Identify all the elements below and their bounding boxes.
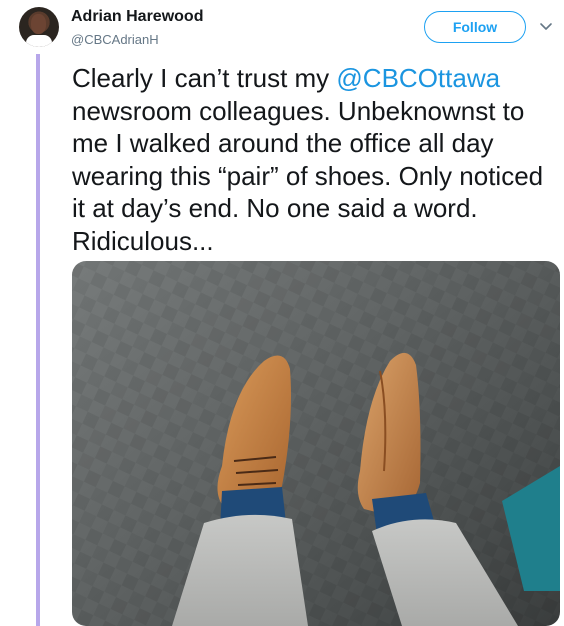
tweet-photo[interactable] bbox=[72, 261, 560, 626]
shoes-photo-illustration bbox=[72, 261, 560, 626]
follow-button[interactable]: Follow bbox=[424, 11, 526, 43]
tweet-text-part2: newsroom colleagues. Unbeknownst to me I… bbox=[72, 95, 544, 256]
tweet-card: Adrian Harewood @CBCAdrianH Follow Clear… bbox=[0, 0, 564, 626]
chevron-down-icon[interactable] bbox=[538, 18, 554, 34]
carpet-texture bbox=[72, 261, 560, 626]
author-handle[interactable]: @CBCAdrianH bbox=[71, 32, 159, 47]
avatar-face bbox=[31, 14, 46, 34]
avatar-shirt bbox=[26, 35, 52, 47]
avatar[interactable] bbox=[19, 7, 59, 47]
tweet-text: Clearly I can’t trust my @CBCOttawa news… bbox=[72, 62, 557, 257]
mention-link[interactable]: @CBCOttawa bbox=[336, 63, 500, 93]
thread-line bbox=[36, 54, 40, 626]
author-name[interactable]: Adrian Harewood bbox=[71, 8, 203, 26]
tweet-text-part1: Clearly I can’t trust my bbox=[72, 63, 337, 93]
